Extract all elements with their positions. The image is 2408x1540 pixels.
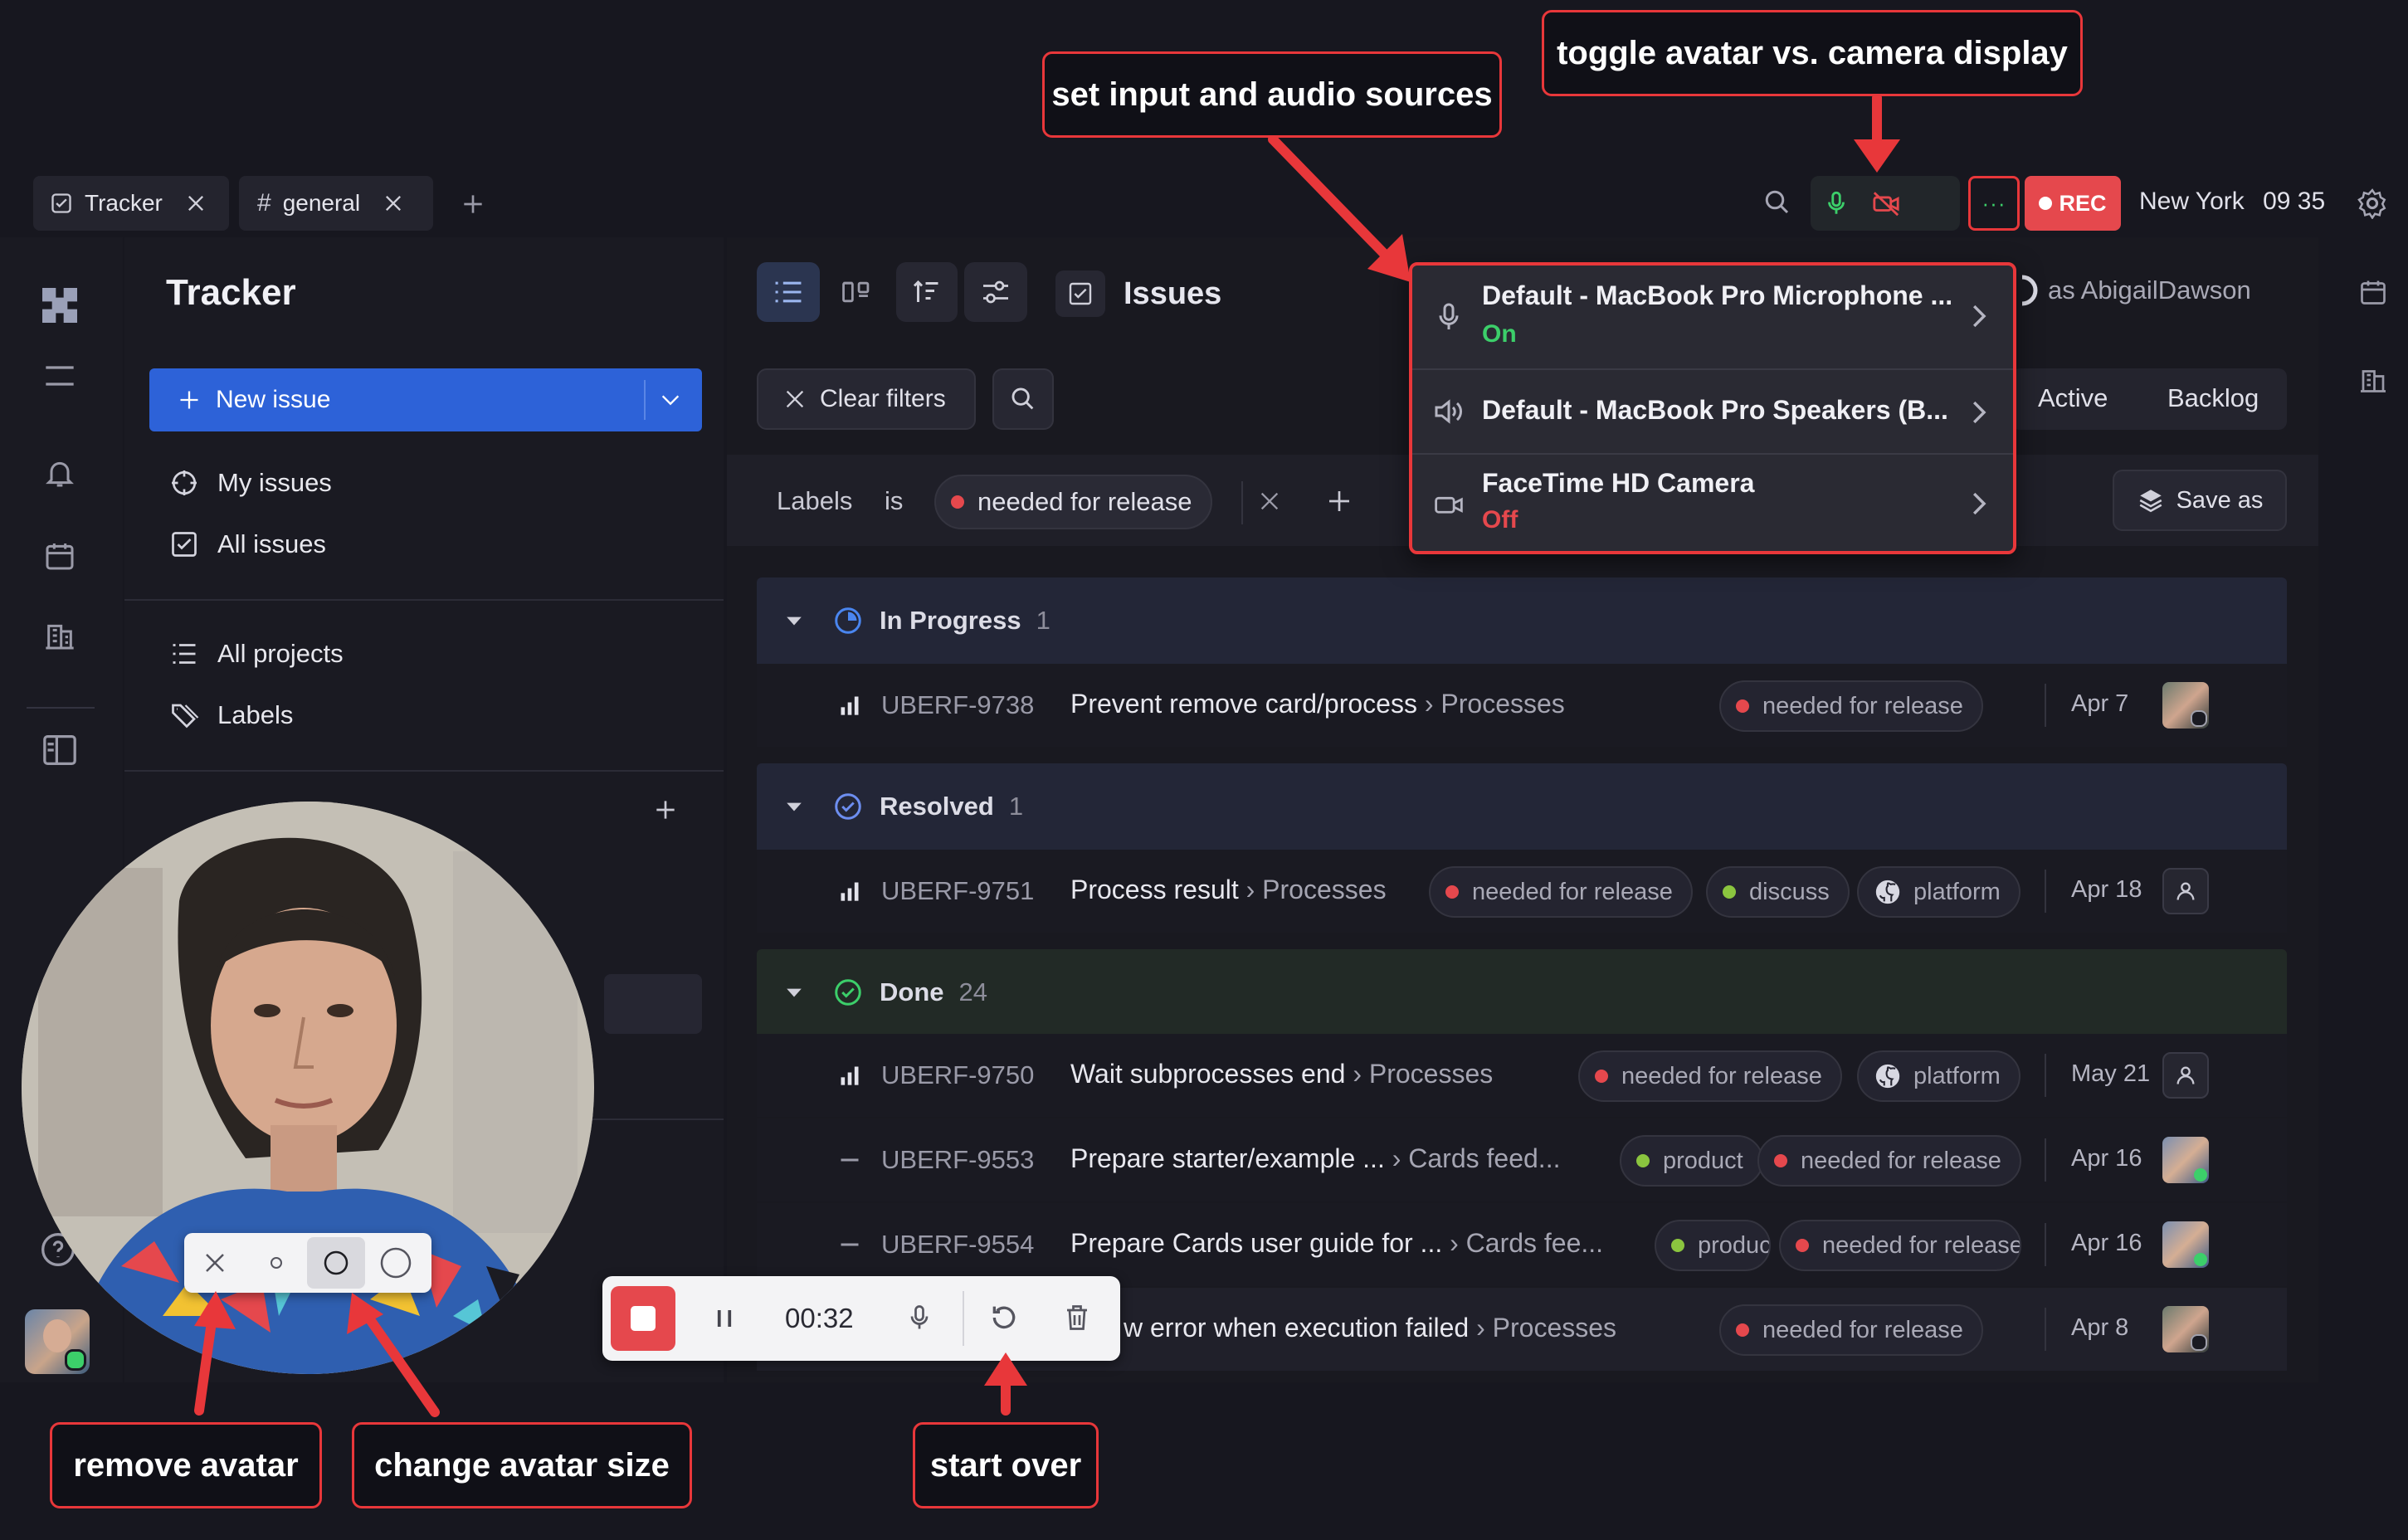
arrowhead	[194, 1291, 236, 1329]
callout-change-avatar-size: change avatar size	[352, 1422, 692, 1508]
arrow-to-avatar-size	[357, 1303, 440, 1417]
arrow-to-device-menu	[1268, 134, 1399, 269]
callout-input-sources: set input and audio sources	[1042, 51, 1502, 138]
callout-start-over: start over	[913, 1422, 1099, 1508]
annotation-arrows	[194, 93, 1900, 1417]
arrowhead	[984, 1352, 1027, 1386]
arrowhead	[1854, 139, 1900, 173]
callout-toggle-avatar: toggle avatar vs. camera display	[1542, 10, 2083, 96]
callout-remove-avatar: remove avatar	[50, 1422, 322, 1508]
